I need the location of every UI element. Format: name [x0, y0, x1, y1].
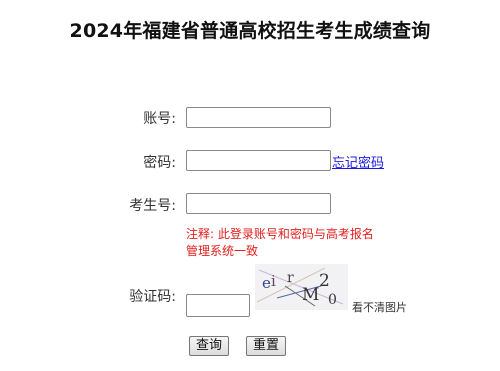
svg-text:0: 0 — [328, 292, 337, 308]
page-title: 2024年福建省普通高校招生考生成绩查询 — [69, 20, 431, 42]
captcha-image[interactable]: e i r M 2 0 — [255, 264, 348, 310]
password-input[interactable] — [186, 150, 331, 171]
reset-button[interactable]: 重置 — [246, 336, 287, 356]
login-note-line1: 注释: 此登录账号和密码与高考报名 — [186, 227, 374, 241]
login-note-line2: 管理系统一致 — [186, 244, 259, 258]
svg-text:r: r — [287, 270, 294, 286]
svg-text:i: i — [271, 272, 276, 290]
captcha-refresh-link[interactable]: 看不清图片 — [352, 299, 407, 315]
forgot-password-link[interactable]: 忘记密码 — [332, 152, 384, 171]
login-note: 注释: 此登录账号和密码与高考报名 管理系统一致 — [186, 226, 406, 260]
svg-text:2: 2 — [319, 271, 330, 291]
exam-number-input[interactable] — [186, 193, 331, 214]
account-label: 账号: — [143, 111, 176, 127]
account-input[interactable] — [186, 107, 331, 128]
password-label: 密码: — [143, 155, 176, 171]
captcha-label: 验证码: — [129, 289, 176, 305]
svg-text:e: e — [262, 274, 271, 292]
exam-number-label: 考生号: — [129, 198, 176, 214]
query-button[interactable]: 查询 — [189, 336, 230, 356]
svg-text:M: M — [302, 285, 319, 305]
captcha-input[interactable] — [186, 294, 250, 317]
